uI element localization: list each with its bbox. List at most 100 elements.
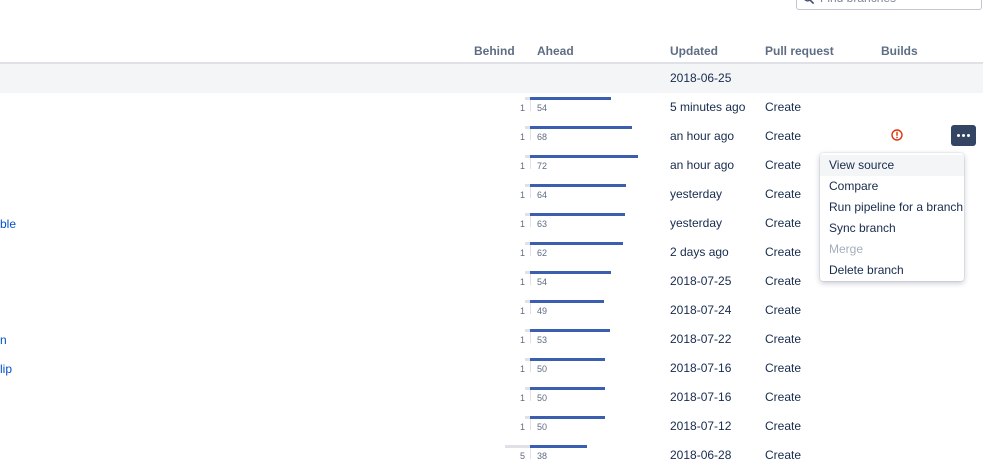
menu-item-compare[interactable]: Compare	[820, 176, 964, 197]
ahead-count: 38	[537, 451, 547, 461]
menu-item-merge: Merge	[820, 239, 964, 260]
branch-name[interactable]: ble	[0, 217, 16, 231]
ahead-bar	[530, 416, 605, 419]
create-pull-request-link[interactable]: Create	[765, 216, 801, 230]
branch-row[interactable]: 5 38 2018-06-28 Create	[0, 441, 983, 470]
behind-count: 1	[505, 277, 525, 287]
create-pull-request-link[interactable]: Create	[765, 419, 801, 433]
ahead-bar	[530, 271, 611, 274]
branch-row[interactable]: n 1 53 2018-07-22 Create	[0, 325, 983, 354]
ahead-count: 54	[537, 277, 547, 287]
updated-time: an hour ago	[670, 158, 734, 172]
behind-count: 1	[505, 335, 525, 345]
behind-count: 1	[505, 190, 525, 200]
create-pull-request-link[interactable]: Create	[765, 245, 801, 259]
create-pull-request-link[interactable]: Create	[765, 390, 801, 404]
table-header: Behind Ahead Updated Pull request Builds	[0, 40, 983, 64]
updated-time: 2018-06-28	[670, 448, 731, 462]
create-pull-request-link[interactable]: Create	[765, 100, 801, 114]
branch-actions-menu: View sourceCompareRun pipeline for a bra…	[820, 153, 964, 281]
create-pull-request-link[interactable]: Create	[765, 274, 801, 288]
column-updated[interactable]: Updated	[670, 44, 718, 58]
ahead-bar	[530, 97, 611, 100]
ahead-behind-divider	[530, 187, 531, 198]
ahead-count: 54	[537, 103, 547, 113]
menu-item-run-pipeline-for-a-branch[interactable]: Run pipeline for a branch	[820, 197, 964, 218]
ahead-bar	[530, 213, 625, 216]
create-pull-request-link[interactable]: Create	[765, 187, 801, 201]
ahead-count: 50	[537, 364, 547, 374]
branch-row[interactable]: 1 68 an hour ago Create	[0, 122, 983, 151]
create-pull-request-link[interactable]: Create	[765, 303, 801, 317]
updated-time: 2018-07-22	[670, 332, 731, 346]
ahead-count: 63	[537, 219, 547, 229]
branch-row[interactable]: 1502018-07-16Create	[0, 383, 983, 412]
column-behind[interactable]: Behind	[474, 44, 515, 58]
behind-count: 5	[505, 451, 525, 461]
branch-row[interactable]: 1 50 2018-07-12 Create	[0, 412, 983, 441]
ahead-behind-divider	[530, 216, 531, 227]
ahead-count: 50	[537, 393, 547, 403]
updated-time: 2018-07-24	[670, 303, 731, 317]
branch-name[interactable]: lip	[0, 362, 12, 376]
ahead-count: 64	[537, 190, 547, 200]
search-input[interactable]	[820, 0, 970, 5]
branch-row[interactable]: 1 54 5 minutes ago Create	[0, 93, 983, 122]
ahead-count: 53	[537, 335, 547, 345]
ahead-behind-divider	[530, 245, 531, 256]
ahead-behind-divider	[530, 129, 531, 140]
updated-time: 2018-07-25	[670, 274, 731, 288]
ahead-behind-divider	[530, 419, 531, 430]
column-pull-request: Pull request	[765, 44, 834, 58]
main-branch-updated: 2018-06-25	[670, 71, 731, 85]
updated-time: 5 minutes ago	[670, 100, 745, 114]
ahead-count: 62	[537, 248, 547, 258]
ahead-count: 49	[537, 306, 547, 316]
ahead-behind-divider	[530, 303, 531, 314]
ahead-bar	[530, 126, 632, 129]
branch-row[interactable]: lip 1 50 2018-07-16 Create	[0, 354, 983, 383]
behind-count: 1	[505, 248, 525, 258]
create-pull-request-link[interactable]: Create	[765, 158, 801, 172]
updated-time: 2018-07-16	[670, 361, 731, 375]
ahead-bar	[530, 358, 605, 361]
behind-count: 1	[505, 422, 525, 432]
menu-item-view-source[interactable]: View source	[820, 155, 964, 176]
ahead-behind-divider	[530, 332, 531, 343]
ahead-bar	[530, 445, 587, 448]
create-pull-request-link[interactable]: Create	[765, 129, 801, 143]
create-pull-request-link[interactable]: Create	[765, 332, 801, 346]
ahead-bar	[530, 300, 604, 303]
ahead-bar	[530, 242, 623, 245]
branch-row[interactable]: 1 49 2018-07-24 Create	[0, 296, 983, 325]
ahead-behind-divider	[530, 274, 531, 285]
ahead-count: 50	[537, 422, 547, 432]
behind-bar	[505, 445, 530, 448]
behind-count: 1	[505, 103, 525, 113]
updated-time: yesterday	[670, 187, 722, 201]
search-box[interactable]	[796, 0, 982, 10]
behind-count: 1	[505, 306, 525, 316]
create-pull-request-link[interactable]: Create	[765, 448, 801, 462]
more-actions-button[interactable]	[951, 125, 976, 146]
ahead-behind-divider	[530, 361, 531, 372]
branch-name[interactable]: n	[0, 333, 7, 347]
create-pull-request-link[interactable]: Create	[765, 361, 801, 375]
behind-count: 1	[505, 393, 525, 403]
behind-count: 1	[505, 219, 525, 229]
column-ahead[interactable]: Ahead	[537, 44, 574, 58]
behind-count: 1	[505, 364, 525, 374]
updated-time: 2 days ago	[670, 245, 729, 259]
ahead-behind-divider	[530, 100, 531, 111]
updated-time: 2018-07-12	[670, 419, 731, 433]
more-horizontal-icon	[956, 134, 971, 137]
ahead-count: 68	[537, 132, 547, 142]
ahead-bar	[530, 184, 626, 187]
ahead-behind-divider	[530, 390, 531, 401]
updated-time: an hour ago	[670, 129, 734, 143]
menu-item-sync-branch[interactable]: Sync branch	[820, 218, 964, 239]
error-circle-icon[interactable]	[891, 129, 903, 141]
behind-count: 1	[505, 132, 525, 142]
menu-item-delete-branch[interactable]: Delete branch	[820, 260, 964, 281]
main-branch-row[interactable]: 2018-06-25	[0, 64, 983, 93]
